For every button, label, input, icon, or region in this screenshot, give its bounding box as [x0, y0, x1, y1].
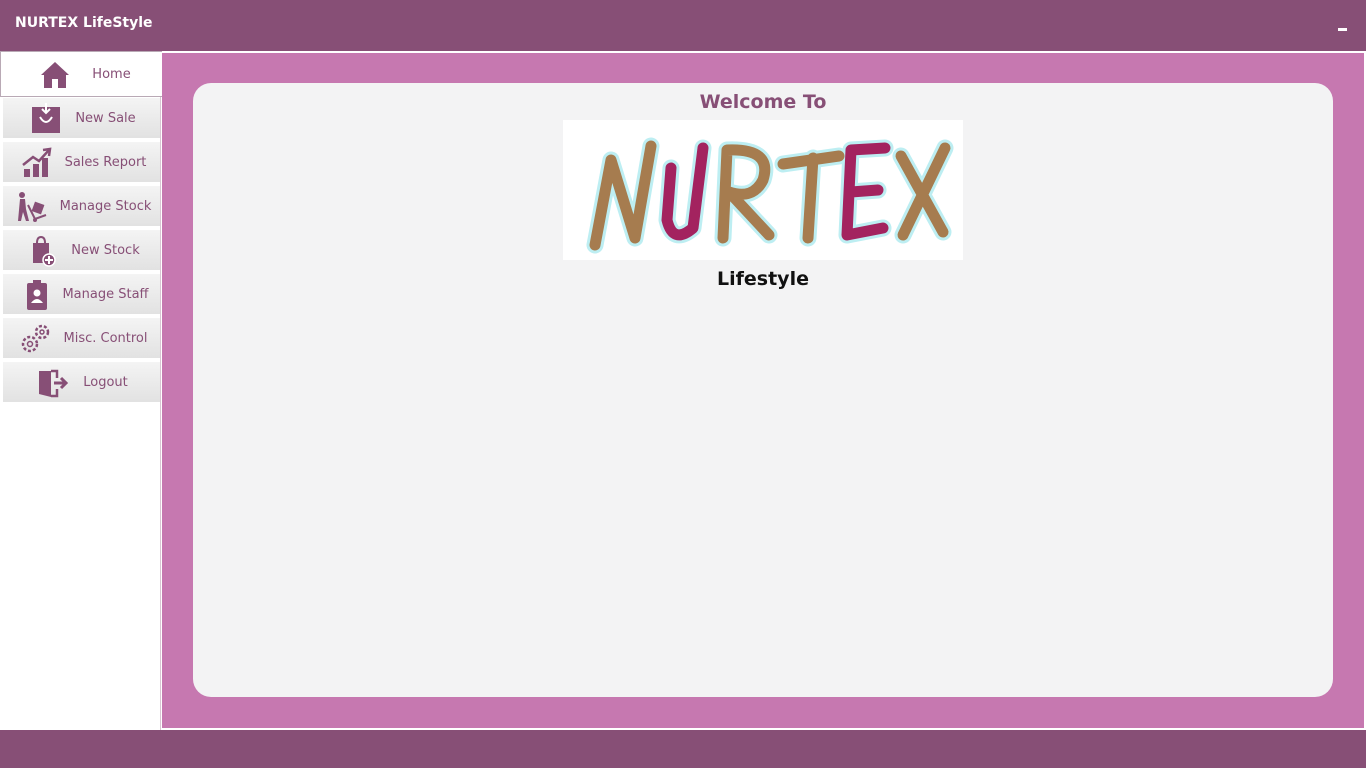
- sidebar-item-logout[interactable]: Logout: [3, 362, 160, 404]
- minimize-button[interactable]: [1334, 14, 1352, 36]
- gears-icon: [21, 324, 50, 353]
- welcome-heading: Welcome To: [699, 91, 827, 113]
- title-bar: NURTEX LifeStyle: [0, 0, 1366, 51]
- minimize-icon: [1338, 28, 1347, 31]
- hand-truck-icon: [18, 192, 47, 222]
- sidebar-item-label: Home: [92, 67, 131, 82]
- app-title: NURTEX LifeStyle: [15, 15, 153, 31]
- sidebar: Home New Sale Sales Report Manage Stock: [0, 51, 162, 730]
- sidebar-item-new-sale[interactable]: New Sale: [3, 98, 160, 140]
- id-badge-icon: [27, 280, 47, 310]
- sidebar-item-label: Manage Staff: [62, 287, 149, 302]
- sidebar-item-sales-report[interactable]: Sales Report: [3, 142, 160, 184]
- sidebar-item-manage-staff[interactable]: Manage Staff: [3, 274, 160, 316]
- sidebar-item-misc-control[interactable]: Misc. Control: [3, 318, 160, 360]
- sidebar-item-label: Manage Stock: [59, 199, 152, 214]
- sidebar-item-home[interactable]: Home: [0, 51, 162, 97]
- welcome-card: Welcome To Lifestyle: [193, 83, 1333, 697]
- sidebar-item-label: Misc. Control: [63, 331, 148, 346]
- sidebar-item-label: New Sale: [75, 111, 136, 126]
- sidebar-item-label: New Stock: [71, 243, 140, 258]
- sidebar-item-label: Sales Report: [64, 155, 147, 170]
- subtitle: Lifestyle: [717, 268, 809, 290]
- sidebar-item-label: Logout: [83, 375, 128, 390]
- nurtex-logo-image: [586, 137, 954, 254]
- status-bar: [0, 730, 1366, 768]
- sidebar-item-manage-stock[interactable]: Manage Stock: [3, 186, 160, 228]
- sidebar-item-new-stock[interactable]: New Stock: [3, 230, 160, 272]
- chart-growth-icon: [22, 147, 52, 177]
- nurtex-logo: [563, 120, 963, 260]
- content-frame: Welcome To Lifestyle: [162, 53, 1364, 728]
